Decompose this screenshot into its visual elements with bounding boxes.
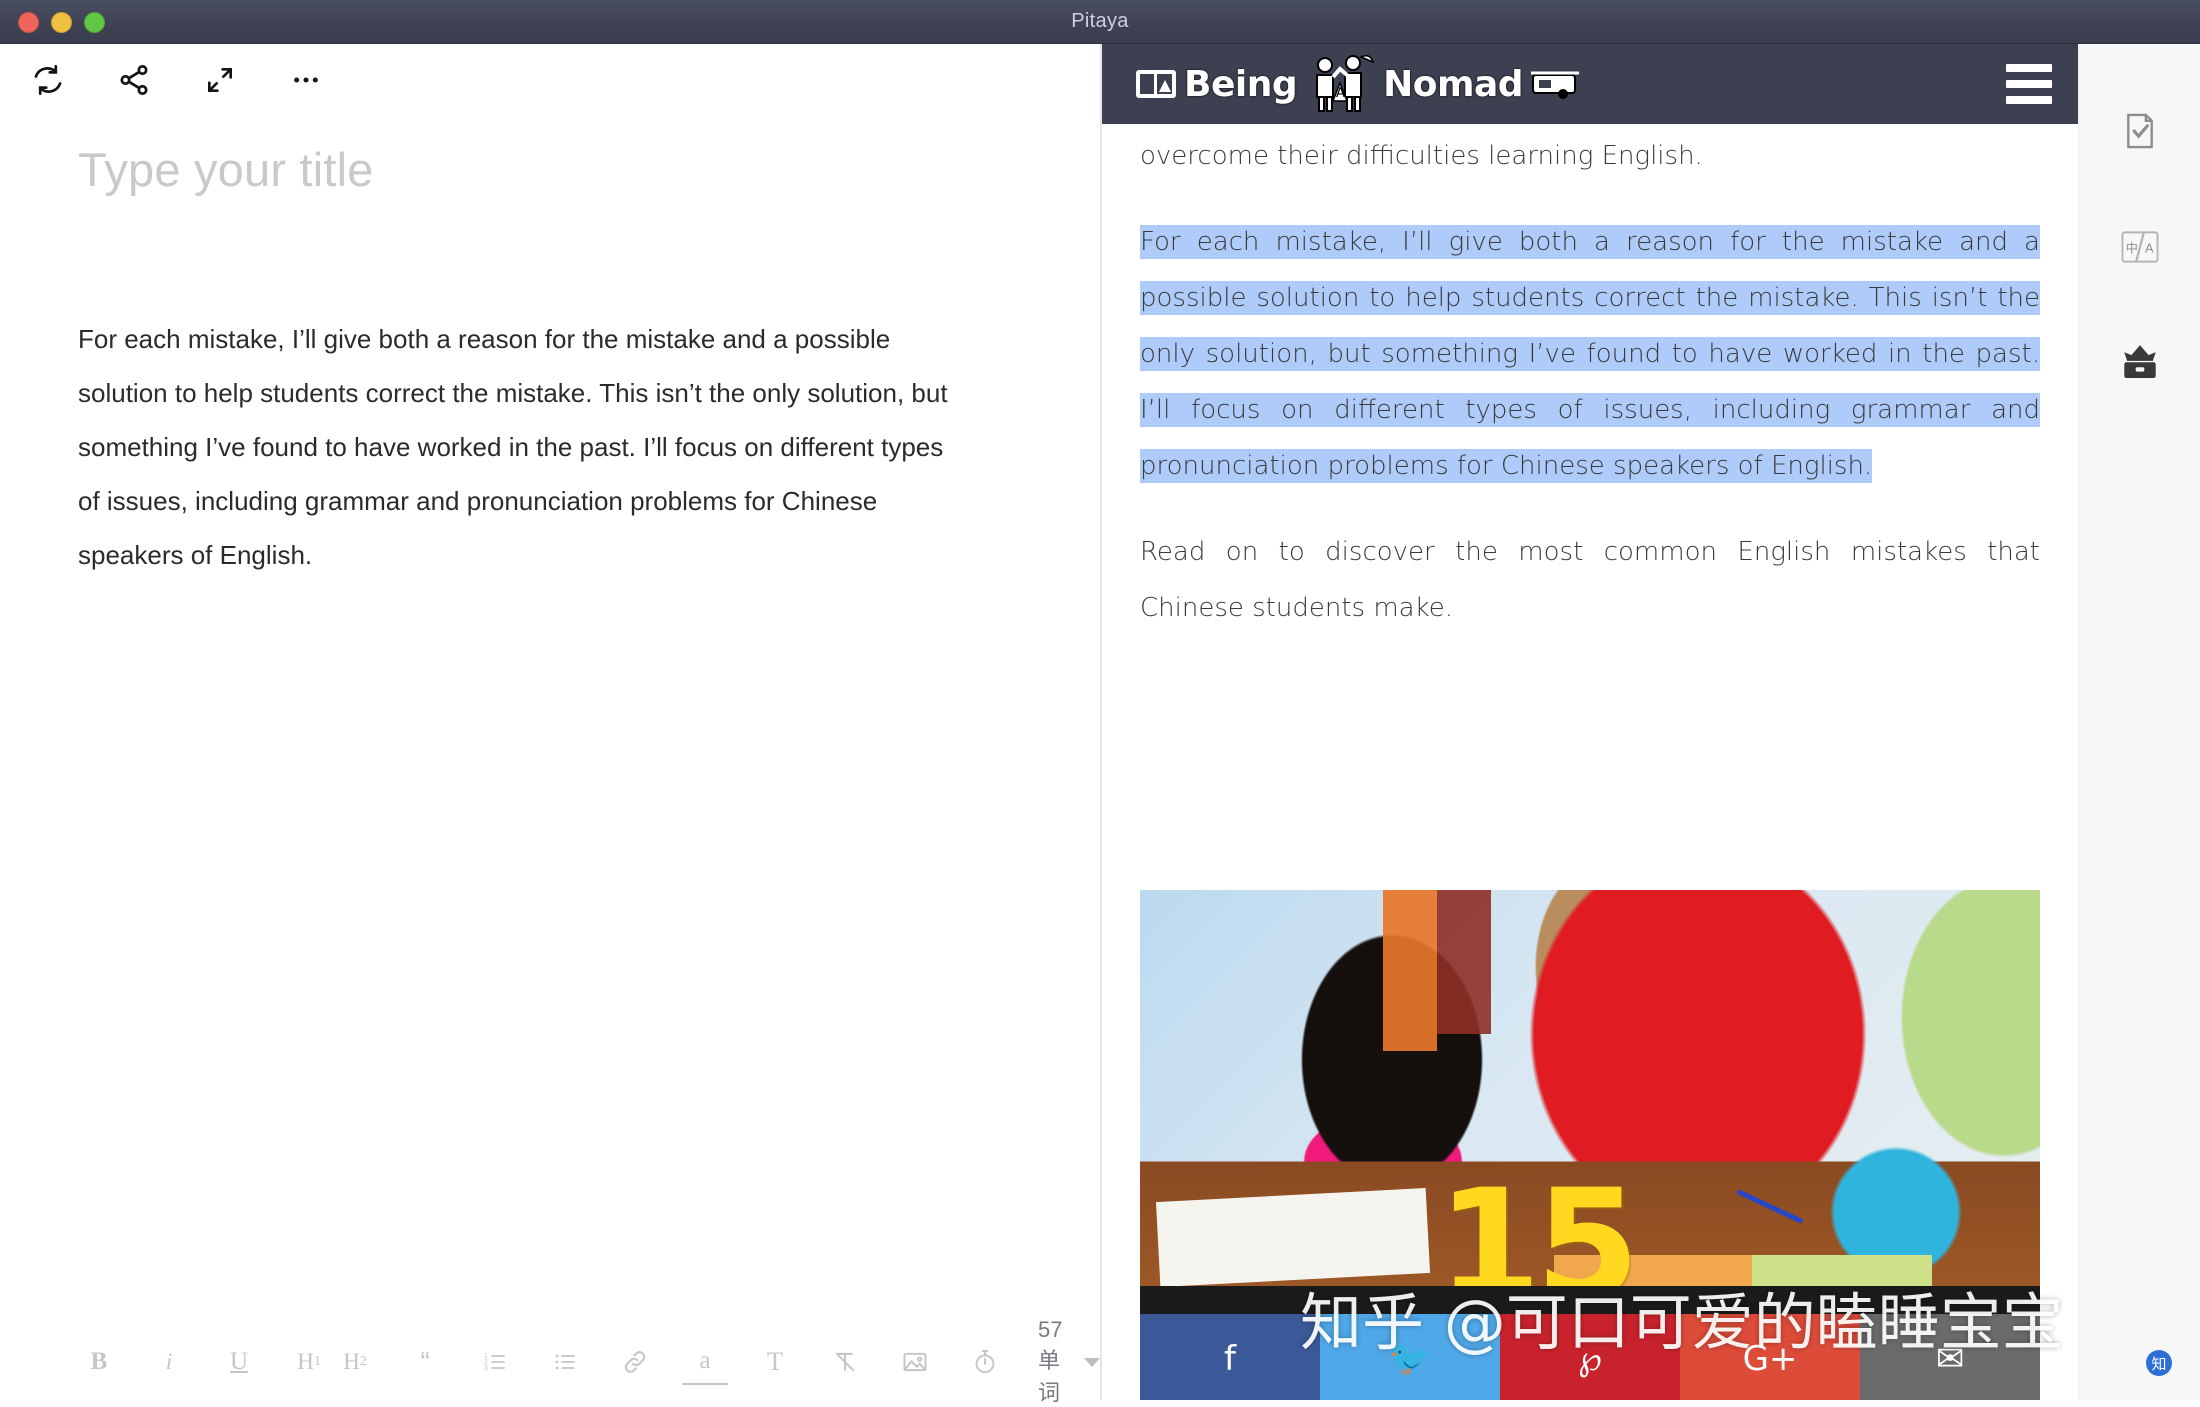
editor-pane: Type your title For each mistake, I’ll g… [0, 44, 1100, 1405]
heading1-button[interactable]: H1 [286, 1339, 332, 1385]
site-logo-text-being: Being [1184, 63, 1298, 105]
editor-toolbar [0, 44, 1100, 116]
close-button[interactable] [18, 11, 39, 33]
facebook-icon: f [1224, 1339, 1236, 1379]
svg-text:A: A [1336, 86, 1345, 101]
share-icon[interactable] [114, 60, 154, 100]
heading2-button[interactable]: H2 [332, 1339, 378, 1385]
svg-text:中: 中 [2125, 240, 2137, 255]
right-sidebar: 中 A [2078, 44, 2200, 1400]
document-title-input[interactable]: Type your title [78, 142, 374, 197]
twitter-icon: 🐦 [1388, 1339, 1432, 1379]
hamburger-menu-icon[interactable] [2006, 64, 2052, 104]
suitcase-icon [1136, 70, 1176, 98]
proofread-icon[interactable] [2113, 104, 2167, 158]
svg-text:3: 3 [484, 1365, 488, 1372]
fullscreen-icon[interactable] [200, 60, 240, 100]
clear-format-button[interactable] [822, 1339, 868, 1385]
word-count-label: 57 单词 [1038, 1317, 1063, 1405]
word-count-selector[interactable]: 57 单词 [1038, 1317, 1100, 1407]
image-button[interactable] [892, 1339, 938, 1385]
googleplus-icon: G+ [1742, 1339, 1798, 1379]
facebook-share-button[interactable]: f [1140, 1314, 1320, 1400]
envelope-icon: ✉ [1935, 1339, 1965, 1379]
zoom-button[interactable] [84, 11, 105, 33]
translate-icon[interactable]: 中 A [2113, 220, 2167, 274]
format-toolbar: B i U H1 H2 “ 1 2 3 a T 57 单词 [0, 1317, 1100, 1405]
preview-article: Chinese students. But students can use i… [1102, 44, 2078, 666]
text-style-button[interactable]: T [752, 1339, 798, 1385]
publish-icon[interactable] [2113, 336, 2167, 390]
ordered-list-button[interactable]: 1 2 3 [472, 1339, 518, 1385]
twitter-share-button[interactable]: 🐦 [1320, 1314, 1500, 1400]
unordered-list-button[interactable] [542, 1339, 588, 1385]
watermark-badge: 知 [2146, 1350, 2172, 1376]
svg-text:A: A [2144, 240, 2153, 255]
highlight-button[interactable]: a [682, 1339, 728, 1385]
italic-button[interactable]: i [146, 1339, 192, 1385]
preview-paragraph-selected: For each mistake, I’ll give both a reaso… [1140, 214, 2040, 494]
blockquote-button[interactable]: “ [402, 1339, 448, 1385]
preview-paragraph-readon: Read on to discover the most common Engl… [1140, 537, 2040, 623]
preview-pane: Chinese students. But students can use i… [1102, 44, 2078, 1400]
photo-illustration: 15 [1140, 890, 2040, 1314]
window-titlebar: Pitaya [0, 0, 2200, 44]
caravan-icon [1531, 71, 1580, 99]
document-body-editor[interactable]: For each mistake, I’ll give both a reaso… [78, 312, 968, 582]
pinterest-icon: ℘ [1578, 1339, 1602, 1379]
pinterest-share-button[interactable]: ℘ [1500, 1314, 1680, 1400]
people-icon: A [1316, 55, 1375, 112]
more-icon[interactable] [286, 60, 326, 100]
underline-button[interactable]: U [216, 1339, 262, 1385]
link-button[interactable] [612, 1339, 658, 1385]
googleplus-share-button[interactable]: G+ [1680, 1314, 1860, 1400]
site-logo[interactable]: Being A Nomad [1134, 53, 1585, 115]
sync-icon[interactable] [28, 60, 68, 100]
window-traffic-lights [18, 0, 105, 44]
window-title: Pitaya [1071, 10, 1129, 32]
selection-highlight: For each mistake, I’ll give both a reaso… [1140, 225, 2040, 483]
email-share-button[interactable]: ✉ [1860, 1314, 2040, 1400]
chevron-down-icon [1084, 1357, 1100, 1367]
bold-button[interactable]: B [76, 1339, 122, 1385]
social-share-bar: f 🐦 ℘ G+ ✉ [1140, 1314, 2040, 1400]
article-photo: 15 [1140, 890, 2040, 1314]
site-header: Being A Nomad [1102, 44, 2078, 124]
site-logo-text-nomad: Nomad [1383, 63, 1524, 105]
minimize-button[interactable] [51, 11, 72, 33]
timer-button[interactable] [962, 1339, 1008, 1385]
